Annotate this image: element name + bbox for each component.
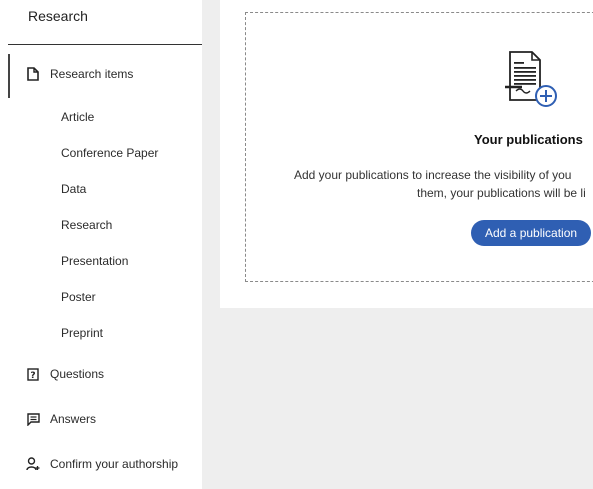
main-panel: Your publications Add your publications … <box>220 0 593 308</box>
active-indicator <box>8 54 10 98</box>
sidebar: Research Research items Article Conferen… <box>0 0 202 489</box>
nav-research-items-label: Research items <box>50 67 134 81</box>
nav-research-items[interactable]: Research items <box>26 67 133 81</box>
sidebar-title: Research <box>28 8 88 24</box>
empty-state-description-line2: them, your publications will be li <box>417 186 586 200</box>
sub-item-preprint[interactable]: Preprint <box>61 326 103 340</box>
sub-item-data[interactable]: Data <box>61 182 86 196</box>
sub-item-research[interactable]: Research <box>61 218 112 232</box>
nav-questions-label: Questions <box>50 367 105 381</box>
sub-item-conference-paper[interactable]: Conference Paper <box>61 146 158 160</box>
nav-answers[interactable]: Answers <box>26 412 96 426</box>
nav-confirm-authorship-label: Confirm your authorship <box>50 457 179 471</box>
sub-item-presentation[interactable]: Presentation <box>61 254 128 268</box>
empty-state-title: Your publications <box>474 132 583 147</box>
sub-item-poster[interactable]: Poster <box>61 290 96 304</box>
answer-icon <box>26 412 40 426</box>
empty-state-description: Add your publications to increase the vi… <box>220 166 593 202</box>
person-add-icon <box>26 457 40 471</box>
svg-text:?: ? <box>30 371 35 381</box>
add-publication-button[interactable]: Add a publication <box>471 220 592 246</box>
document-icon <box>26 67 40 81</box>
nav-answers-label: Answers <box>50 412 97 426</box>
sub-item-article[interactable]: Article <box>61 110 94 124</box>
empty-state-description-line1: Add your publications to increase the vi… <box>294 168 572 182</box>
document-add-icon <box>500 50 562 117</box>
nav-questions[interactable]: ? Questions <box>26 367 104 381</box>
question-icon: ? <box>26 367 40 381</box>
nav-confirm-authorship[interactable]: Confirm your authorship <box>26 457 178 471</box>
